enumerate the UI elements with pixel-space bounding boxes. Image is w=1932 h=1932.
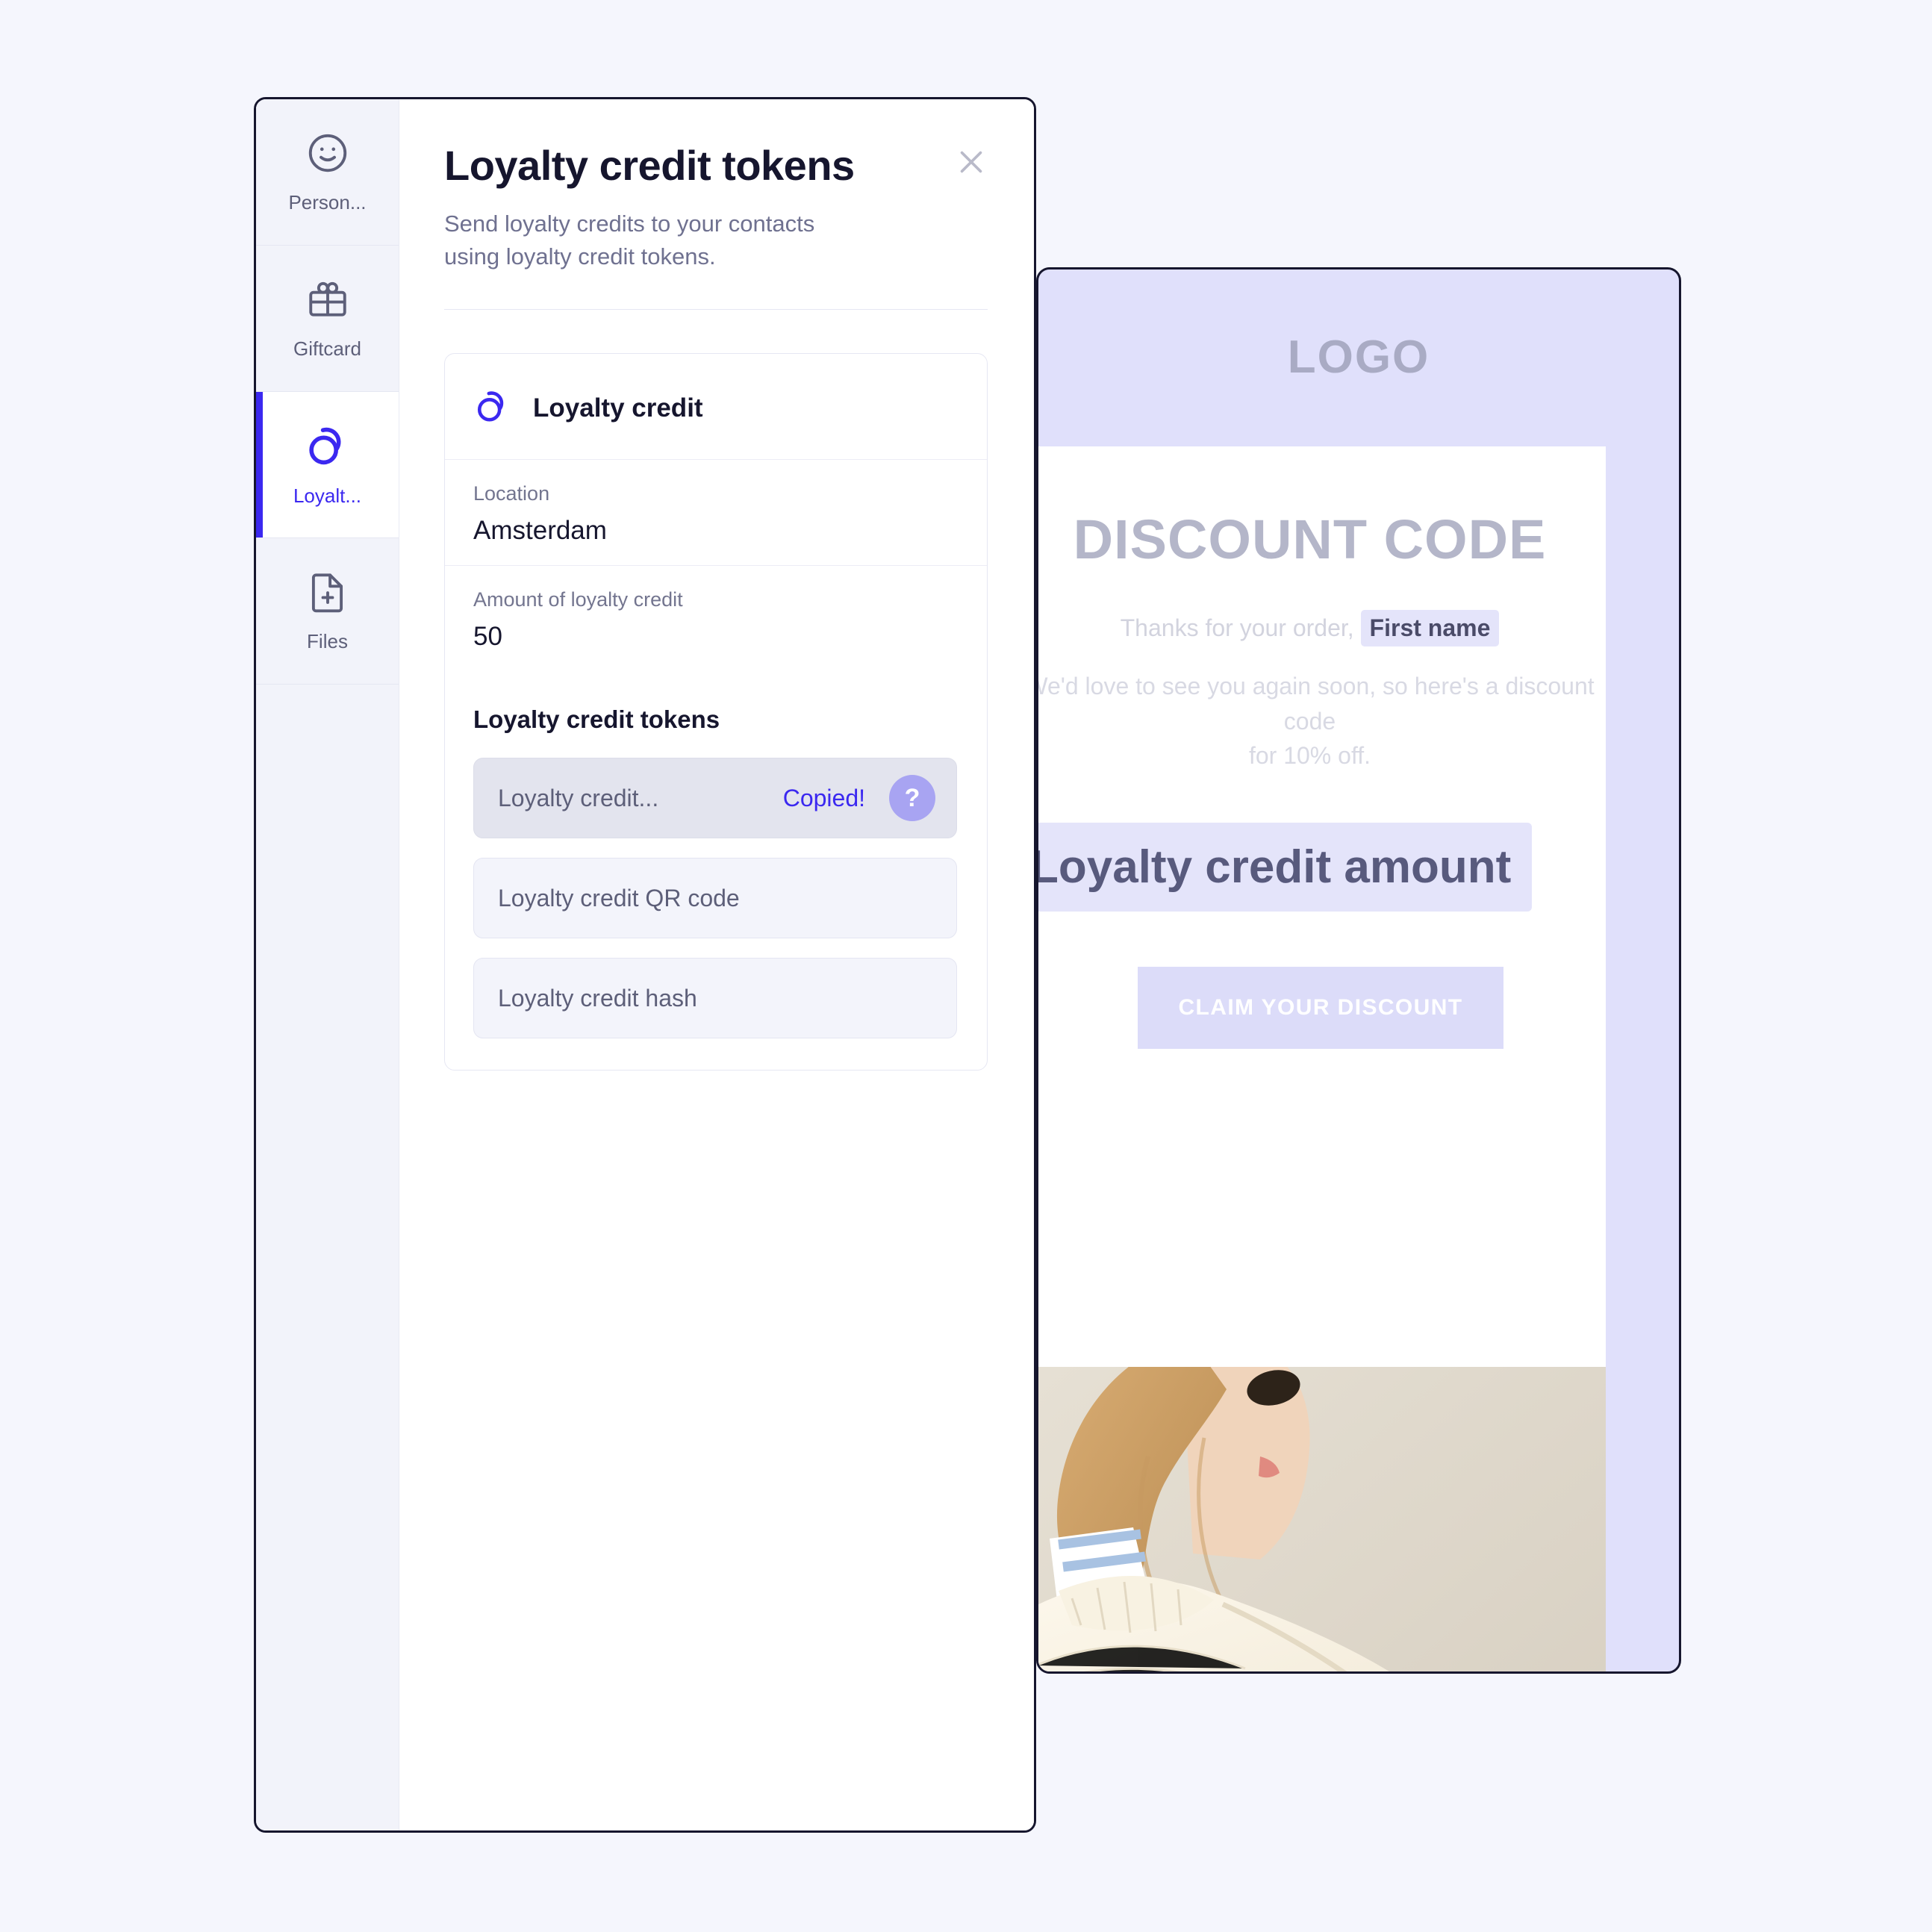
sidebar-item-label: Loyalt... bbox=[293, 484, 362, 507]
field-amount: Amount of loyalty credit 50 bbox=[445, 565, 987, 671]
email-preview-panel: LOGO DISCOUNT CODE Thanks for your order… bbox=[1036, 267, 1681, 1674]
sidebar-item-label: Person... bbox=[288, 191, 367, 214]
email-greeting-text: Thanks for your order, bbox=[1120, 614, 1354, 642]
field-label: Location bbox=[473, 482, 550, 505]
sidebar-item-label: Giftcard bbox=[293, 337, 362, 360]
help-icon[interactable]: ? bbox=[889, 775, 935, 822]
sidebar-item-giftcard[interactable]: Giftcard bbox=[256, 246, 399, 392]
loyalty-credit-name: Loyalty credit bbox=[533, 393, 703, 423]
email-hero-photo bbox=[1038, 1367, 1606, 1671]
file-plus-icon bbox=[305, 569, 351, 615]
close-icon[interactable] bbox=[950, 141, 992, 183]
email-body-text: We'd love to see you again soon, so here… bbox=[1038, 673, 1595, 770]
field-label: Amount of loyalty credit bbox=[473, 588, 683, 611]
token-label: Loyalty credit hash bbox=[498, 984, 697, 1012]
token-item-hash[interactable]: Loyalty credit hash bbox=[473, 958, 957, 1039]
modal-main-content: Loyalty credit tokens Send loyalty credi… bbox=[399, 99, 1034, 1830]
field-location: Location Amsterdam bbox=[445, 459, 987, 565]
email-cta-button[interactable]: CLAIM YOUR DISCOUNT bbox=[1138, 966, 1503, 1049]
sidebar-item-files[interactable]: Files bbox=[256, 538, 399, 685]
sidebar-item-label: Files bbox=[307, 630, 348, 652]
modal-sidebar: Person... Giftcard Loyalt... Files bbox=[256, 99, 399, 1830]
loyalty-circles-icon bbox=[473, 387, 512, 429]
token-item-link[interactable]: Loyalty credit... Copied! ? bbox=[473, 758, 957, 839]
email-greeting: Thanks for your order, First name bbox=[1038, 610, 1606, 647]
page-subtitle: Send loyalty credits to your contacts us… bbox=[444, 211, 815, 270]
email-merge-tag-loyalty-amount: Loyalty credit amount bbox=[1038, 822, 1533, 912]
token-label: Loyalty credit QR code bbox=[498, 884, 740, 912]
divider bbox=[444, 309, 988, 311]
sidebar-item-loyalty[interactable]: Loyalt... bbox=[256, 392, 399, 538]
email-heading: DISCOUNT CODE bbox=[1073, 508, 1547, 570]
loyalty-credit-tokens-modal: Person... Giftcard Loyalt... Files Loyal… bbox=[254, 97, 1036, 1833]
tokens-section-title: Loyalty credit tokens bbox=[473, 705, 720, 734]
email-logo: LOGO bbox=[1287, 331, 1430, 383]
field-value: Amsterdam bbox=[473, 516, 607, 546]
token-item-qr-code[interactable]: Loyalty credit QR code bbox=[473, 858, 957, 939]
gift-icon bbox=[305, 276, 351, 322]
loyalty-credit-card: Loyalty credit Location Amsterdam Amount… bbox=[444, 353, 988, 1071]
email-merge-tag-first-name: First name bbox=[1360, 610, 1500, 647]
photo-illustration bbox=[1038, 1367, 1606, 1671]
page-title: Loyalty credit tokens bbox=[444, 142, 855, 189]
token-label: Loyalty credit... bbox=[498, 784, 659, 811]
sidebar-item-personalization[interactable]: Person... bbox=[256, 99, 399, 246]
loyalty-circles-icon bbox=[304, 422, 352, 470]
field-value: 50 bbox=[473, 622, 502, 652]
token-list: Loyalty credit... Copied! ? Loyalty cred… bbox=[445, 734, 987, 1039]
smiley-face-icon bbox=[305, 130, 351, 176]
copied-status: Copied! bbox=[782, 784, 865, 811]
loyalty-credit-header: Loyalty credit bbox=[445, 354, 987, 459]
